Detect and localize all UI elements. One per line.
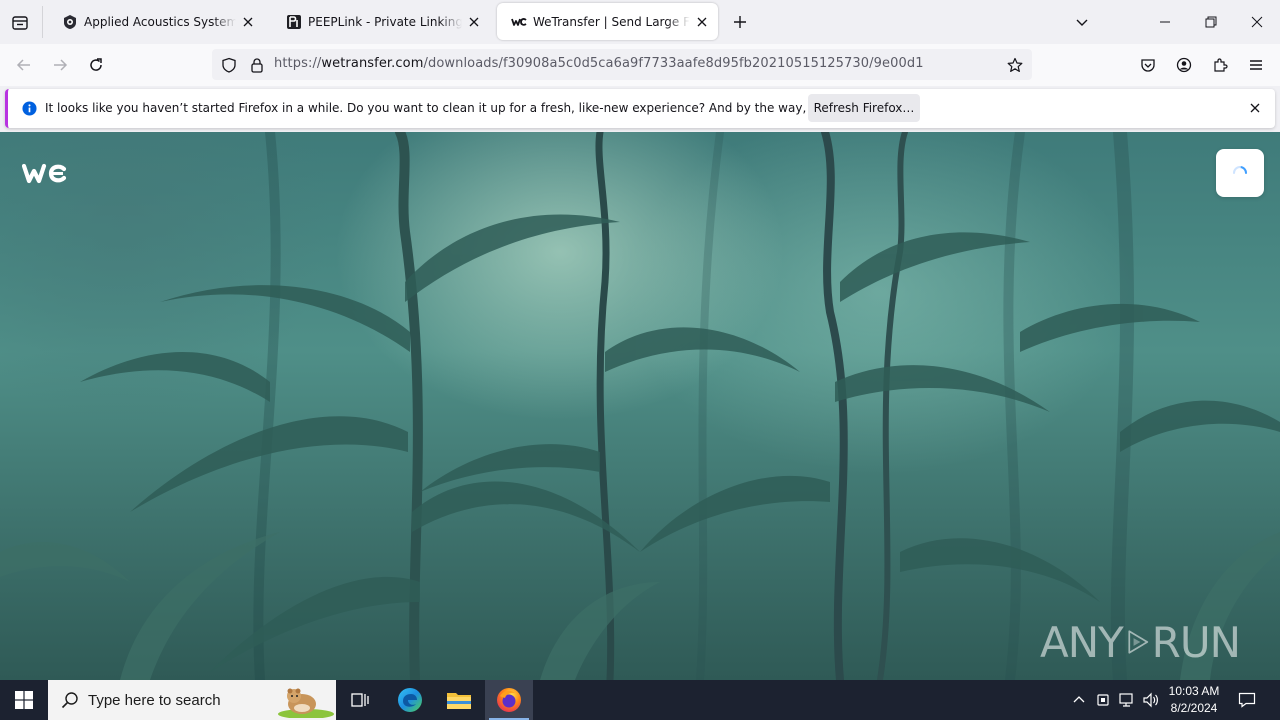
- notification-speech-bubble-icon: [1238, 692, 1256, 708]
- chevron-up-icon: [1073, 696, 1085, 703]
- play-logo-icon: [1128, 630, 1148, 654]
- task-view-button[interactable]: [336, 680, 384, 720]
- lock-icon[interactable]: [248, 56, 266, 74]
- clock-date: 8/2/2024: [1170, 701, 1218, 715]
- tab-applied-acoustics[interactable]: Applied Acoustics Systems Plug: [48, 3, 264, 40]
- puzzle-icon: [1214, 58, 1228, 72]
- hamburger-menu-icon: [1250, 60, 1262, 70]
- page-content: ANY RUN: [0, 132, 1280, 680]
- list-all-tabs-button[interactable]: [1070, 10, 1094, 34]
- tracking-protection-shield-icon[interactable]: [220, 56, 238, 74]
- windows-taskbar: Type here to search 10:03 AM 8/2/2024: [0, 680, 1280, 720]
- extensions-button[interactable]: [1206, 51, 1234, 79]
- url-scheme: https://: [274, 56, 322, 71]
- url-path: /downloads/f30908a5c0d5ca6a9f7733aafe8d9…: [423, 56, 924, 71]
- close-window-button[interactable]: [1234, 0, 1280, 44]
- tab-title: PEEPLink - Private Linking Servi: [308, 14, 462, 29]
- kelp-forest-background: [0, 132, 1280, 680]
- restore-button[interactable]: [1188, 0, 1234, 44]
- aas-shield-icon: [62, 14, 78, 30]
- minimize-icon: [1160, 21, 1170, 23]
- bookmark-star-icon[interactable]: [1006, 56, 1024, 74]
- clock-time: 10:03 AM: [1168, 684, 1220, 698]
- firefox-view-icon: [12, 16, 28, 30]
- tab-title: Applied Acoustics Systems Plug: [84, 14, 236, 29]
- tab-peeplink[interactable]: PEEPLink - Private Linking Servi: [272, 3, 490, 40]
- close-icon: [1251, 16, 1263, 28]
- pocket-icon: [1141, 59, 1155, 72]
- refresh-firefox-notification: It looks like you haven’t started Firefo…: [5, 89, 1275, 128]
- navigation-toolbar: https://wetransfer.com/downloads/f30908a…: [0, 44, 1280, 86]
- arrow-left-icon: [16, 59, 30, 71]
- speaker-icon: [1143, 692, 1158, 708]
- file-explorer-taskbar-button[interactable]: [435, 680, 483, 720]
- firefox-view-button[interactable]: [6, 9, 34, 37]
- firefox-taskbar-button[interactable]: [485, 680, 533, 720]
- start-button[interactable]: [0, 680, 48, 720]
- search-placeholder: Type here to search: [88, 691, 221, 709]
- close-tab-icon[interactable]: [694, 14, 710, 30]
- network-icon: [1119, 693, 1133, 707]
- url-host: wetransfer.com: [321, 56, 424, 71]
- firefox-icon: [497, 688, 521, 712]
- app-menu-button[interactable]: [1242, 51, 1270, 79]
- search-highlight-hamster-icon: [278, 688, 334, 718]
- edge-taskbar-button[interactable]: [386, 680, 434, 720]
- notification-message: It looks like you haven’t started Firefo…: [45, 101, 901, 115]
- task-view-icon: [351, 693, 369, 707]
- tab-wetransfer[interactable]: WeTransfer | Send Large Files Fa: [497, 3, 718, 40]
- taskbar-search-box[interactable]: Type here to search: [48, 680, 336, 720]
- reload-button[interactable]: [82, 51, 110, 79]
- chevron-down-icon: [1076, 19, 1088, 26]
- close-notification-icon[interactable]: [1247, 100, 1263, 116]
- account-icon: [1176, 57, 1192, 73]
- tab-strip: Applied Acoustics Systems Plug PEEPLink …: [0, 0, 1280, 44]
- watermark-any-text: ANY: [1040, 617, 1124, 667]
- search-icon: [61, 692, 78, 709]
- tab-separator: [42, 6, 43, 38]
- url-bar[interactable]: https://wetransfer.com/downloads/f30908a…: [212, 49, 1032, 80]
- device-icon: [1097, 694, 1109, 706]
- close-tab-icon[interactable]: [466, 14, 482, 30]
- minimize-button[interactable]: [1142, 0, 1188, 44]
- loading-spinner-icon: [1233, 166, 1247, 174]
- arrow-right-icon: [54, 59, 68, 71]
- windows-logo-icon: [15, 691, 33, 709]
- new-tab-button[interactable]: [728, 9, 752, 35]
- loading-panel: [1216, 149, 1264, 197]
- edge-icon: [398, 688, 422, 712]
- wetransfer-icon: [511, 14, 527, 30]
- tab-title: WeTransfer | Send Large Files Fa: [533, 14, 690, 29]
- tray-device-button[interactable]: [1093, 690, 1113, 710]
- account-button[interactable]: [1170, 51, 1198, 79]
- peeplink-icon: [286, 14, 302, 30]
- taskbar-clock[interactable]: 10:03 AM 8/2/2024: [1162, 683, 1226, 717]
- wetransfer-logo: [22, 163, 67, 184]
- folder-icon: [447, 693, 471, 709]
- back-button[interactable]: [10, 51, 38, 79]
- anyrun-watermark: ANY RUN: [1040, 610, 1241, 674]
- plus-icon: [734, 16, 746, 28]
- network-button[interactable]: [1117, 690, 1137, 710]
- reload-icon: [90, 58, 102, 71]
- restore-icon: [1205, 16, 1217, 28]
- url-text[interactable]: https://wetransfer.com/downloads/f30908a…: [274, 56, 924, 71]
- close-tab-icon[interactable]: [240, 14, 256, 30]
- watermark-run-text: RUN: [1151, 617, 1241, 667]
- pocket-button[interactable]: [1134, 51, 1162, 79]
- show-hidden-icons-button[interactable]: [1069, 690, 1089, 710]
- info-icon: [22, 101, 37, 116]
- refresh-firefox-button[interactable]: Refresh Firefox…: [808, 94, 920, 122]
- volume-button[interactable]: [1141, 690, 1161, 710]
- action-center-button[interactable]: [1234, 688, 1260, 712]
- forward-button[interactable]: [46, 51, 74, 79]
